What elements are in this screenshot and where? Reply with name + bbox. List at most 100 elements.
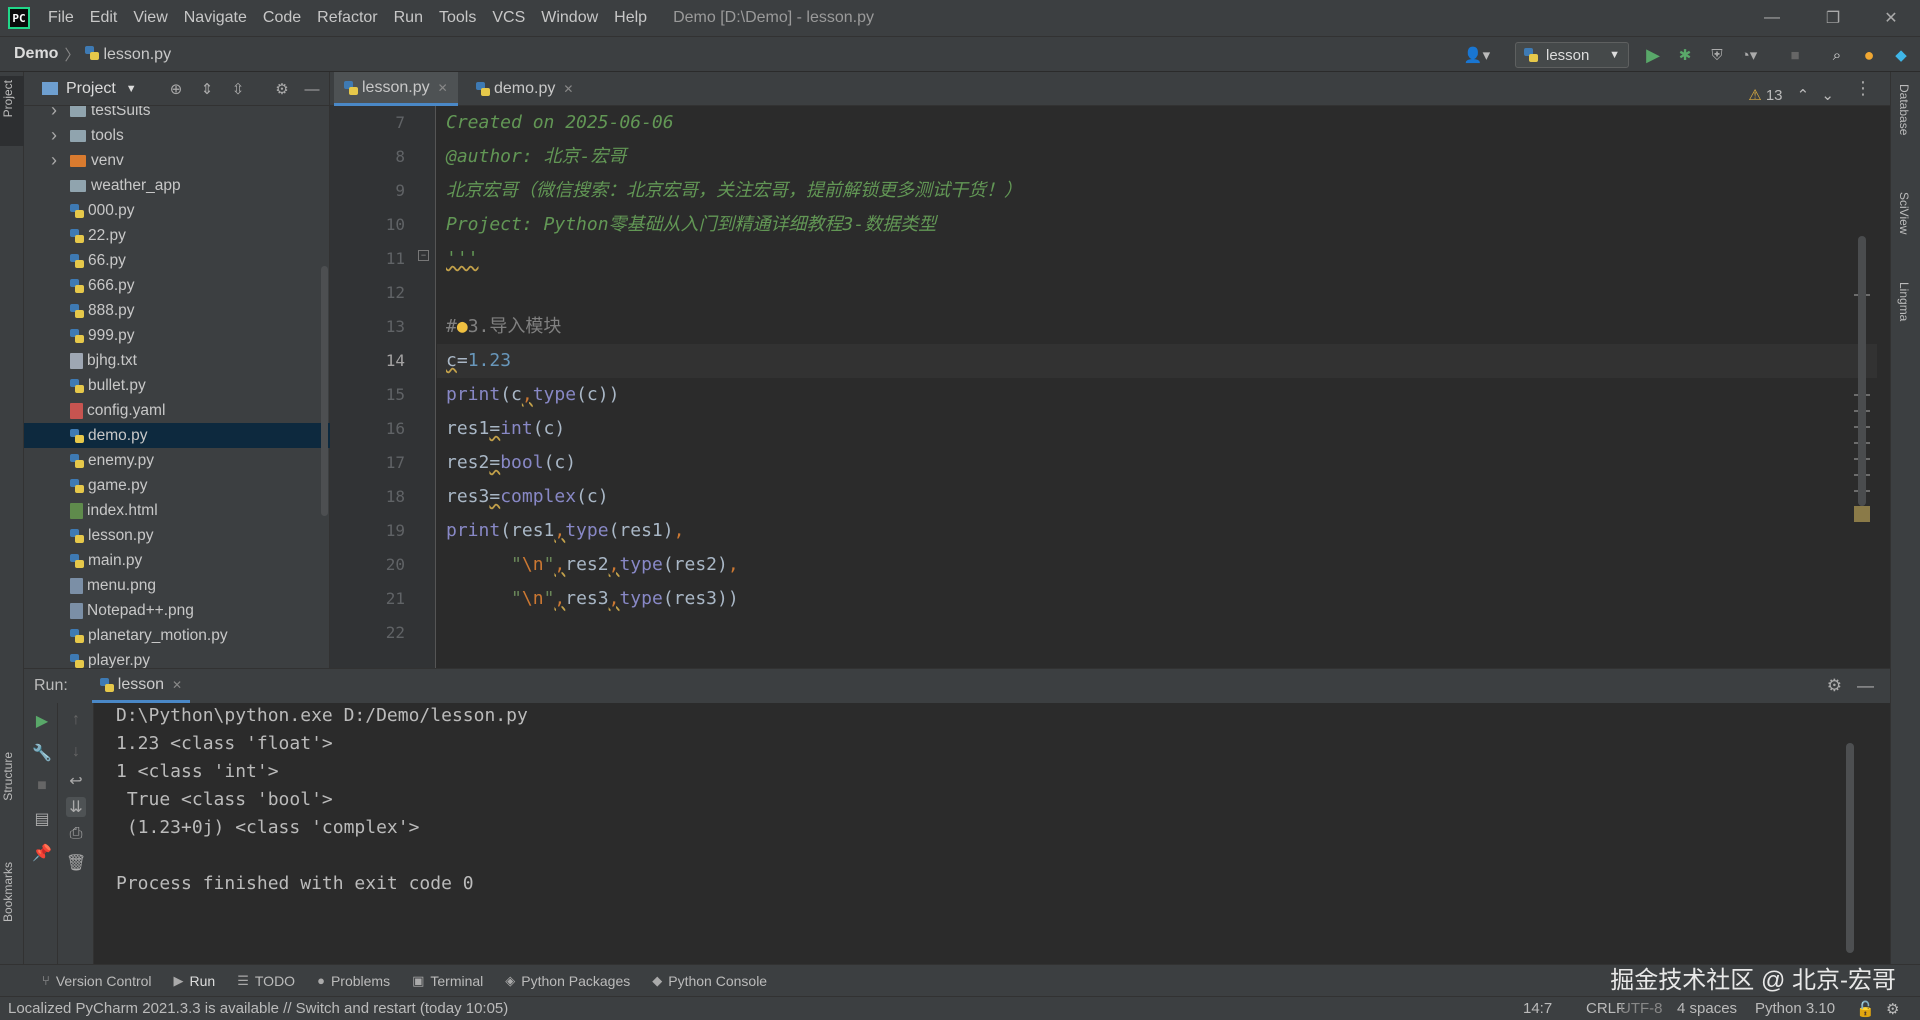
close-icon[interactable]: ✕ (172, 678, 182, 692)
project-tree-item[interactable]: enemy.py (24, 448, 330, 473)
lock-icon[interactable]: 🔓 (1856, 1000, 1875, 1018)
tab-terminal[interactable]: ▣ Terminal (412, 973, 483, 989)
tab-problems[interactable]: ● Problems (317, 973, 390, 989)
scroll-to-end-icon[interactable]: ⇊ (66, 797, 86, 817)
close-icon[interactable]: ✕ (563, 82, 573, 96)
tab-demo-py[interactable]: demo.py ✕ (466, 72, 583, 106)
debug-icon[interactable]: ✱ (1674, 45, 1696, 65)
collapse-all-icon[interactable]: ⇳ (228, 80, 248, 98)
rerun-icon[interactable]: ▶ (32, 711, 52, 731)
tab-todo[interactable]: ☰ TODO (237, 973, 295, 989)
tab-python-console[interactable]: ◆ Python Console (652, 973, 767, 989)
project-tree-item[interactable]: main.py (24, 548, 330, 573)
menu-window[interactable]: Window (533, 9, 606, 27)
console-scrollbar[interactable] (1846, 743, 1854, 953)
project-tree-item[interactable]: › tools (24, 123, 330, 148)
project-tree-item[interactable]: 000.py (24, 198, 330, 223)
project-tree-item[interactable]: 66.py (24, 248, 330, 273)
gear-icon[interactable]: ⚙ (272, 80, 292, 98)
soft-wrap-icon[interactable]: ↩ (66, 771, 86, 791)
chevron-down-icon[interactable]: ⌄ (1821, 87, 1834, 104)
database-tool-tab[interactable]: Database (1897, 84, 1911, 135)
fold-icon[interactable]: − (418, 250, 429, 261)
project-tree-item[interactable]: 888.py (24, 298, 330, 323)
menu-file[interactable]: File (40, 9, 82, 27)
project-tree-item[interactable]: lesson.py (24, 523, 330, 548)
project-tree-item[interactable]: Notepad++.png (24, 598, 330, 623)
expand-all-icon[interactable]: ⇕ (197, 80, 217, 98)
wrench-icon[interactable]: 🔧 (32, 743, 52, 763)
update-icon[interactable]: ● (1858, 45, 1880, 65)
print-icon[interactable]: ⎙ (66, 825, 86, 845)
run-tab-lesson[interactable]: lesson ✕ (91, 669, 191, 703)
project-tree-item[interactable]: config.yaml (24, 398, 330, 423)
chevron-right-icon[interactable]: › (46, 106, 62, 121)
project-tree-item[interactable]: game.py (24, 473, 330, 498)
breadcrumb-project[interactable]: Demo (14, 45, 58, 63)
close-icon[interactable]: ✕ (438, 81, 448, 95)
console-output[interactable]: D:\Python\python.exe D:/Demo/lesson.py 1… (94, 703, 1864, 965)
chevron-right-icon[interactable]: › (46, 150, 62, 171)
run-icon[interactable]: ▶ (1642, 45, 1664, 65)
stop-icon[interactable]: ■ (32, 777, 52, 797)
menu-code[interactable]: Code (255, 9, 309, 27)
coverage-icon[interactable]: ⛨ (1706, 45, 1728, 65)
project-pane-title[interactable]: Project (66, 80, 116, 98)
inspection-widget[interactable]: ⚠ 13 ⌃ ⌄ (1748, 86, 1834, 104)
project-tree-item[interactable]: player.py (24, 648, 330, 668)
more-tabs-icon[interactable]: ⋮ (1854, 78, 1872, 99)
structure-tool-tab[interactable]: Structure (1, 752, 15, 801)
tab-python-packages[interactable]: ◈ Python Packages (505, 973, 630, 989)
hide-icon[interactable]: — (302, 80, 322, 98)
chevron-right-icon[interactable]: › (46, 125, 62, 146)
restore-button[interactable]: ❐ (1808, 0, 1858, 36)
hide-icon[interactable]: — (1857, 676, 1874, 696)
chevron-up-icon[interactable]: ⌃ (1797, 87, 1810, 104)
editor-scroll-markers[interactable] (1854, 106, 1870, 668)
menu-view[interactable]: View (125, 9, 175, 27)
arrow-down-icon[interactable]: ↓ (66, 743, 86, 763)
tree-scrollbar[interactable] (321, 266, 328, 516)
project-tree-item[interactable]: bullet.py (24, 373, 330, 398)
menu-run[interactable]: Run (386, 9, 431, 27)
project-tree-item[interactable]: 666.py (24, 273, 330, 298)
project-tree-item[interactable]: menu.png (24, 573, 330, 598)
close-button[interactable]: ✕ (1866, 0, 1916, 36)
gear-icon[interactable]: ⚙ (1827, 676, 1842, 696)
stop-icon[interactable]: ■ (1784, 45, 1806, 65)
project-tree-item[interactable]: › testSuits (24, 106, 330, 123)
project-tree-item[interactable]: bjhg.txt (24, 348, 330, 373)
pin-icon[interactable]: 📌 (32, 843, 52, 863)
lightbulb-icon[interactable]: ● (457, 316, 468, 337)
project-tree-item[interactable]: planetary_motion.py (24, 623, 330, 648)
project-tool-tab[interactable]: Project (1, 80, 15, 117)
arrow-up-icon[interactable]: ↑ (66, 711, 86, 731)
file-encoding[interactable]: UTF-8 (1620, 1000, 1663, 1017)
project-tree-item[interactable]: › venv (24, 148, 330, 173)
indent-setting[interactable]: 4 spaces (1677, 1000, 1737, 1017)
chevron-down-icon[interactable]: ▼ (126, 83, 137, 95)
menu-navigate[interactable]: Navigate (176, 9, 255, 27)
scroll-thumb[interactable] (1858, 236, 1866, 506)
project-tree-item[interactable]: 999.py (24, 323, 330, 348)
code-editor[interactable]: Created on 2025-06-06 @author: 北京-宏哥 北京宏… (437, 106, 1877, 668)
profile-icon[interactable]: ◔▾ (1738, 45, 1760, 65)
tab-version-control[interactable]: ⑂ Version Control (42, 973, 152, 989)
layout-icon[interactable]: ▤ (32, 809, 52, 829)
project-tree-item[interactable]: weather_app (24, 173, 330, 198)
locate-icon[interactable]: ⊕ (166, 80, 186, 98)
sciview-tool-tab[interactable]: SciView (1897, 192, 1911, 234)
notifications-icon[interactable]: ⚙ (1886, 1000, 1899, 1018)
trash-icon[interactable]: 🗑 (66, 853, 86, 873)
search-icon[interactable]: ⌕ (1826, 45, 1848, 65)
minimize-button[interactable]: — (1747, 0, 1797, 36)
menu-vcs[interactable]: VCS (484, 9, 533, 27)
python-interpreter[interactable]: Python 3.10 (1755, 1000, 1835, 1017)
project-tree-item[interactable]: 22.py (24, 223, 330, 248)
user-account-icon[interactable]: 👤▾ (1460, 45, 1494, 65)
lingma-tool-tab[interactable]: Lingma (1897, 282, 1911, 321)
project-tree-item[interactable]: index.html (24, 498, 330, 523)
bookmarks-tool-tab[interactable]: Bookmarks (1, 862, 15, 922)
status-message[interactable]: Localized PyCharm 2021.3.3 is available … (8, 1000, 508, 1017)
tab-lesson-py[interactable]: lesson.py ✕ (334, 72, 458, 106)
